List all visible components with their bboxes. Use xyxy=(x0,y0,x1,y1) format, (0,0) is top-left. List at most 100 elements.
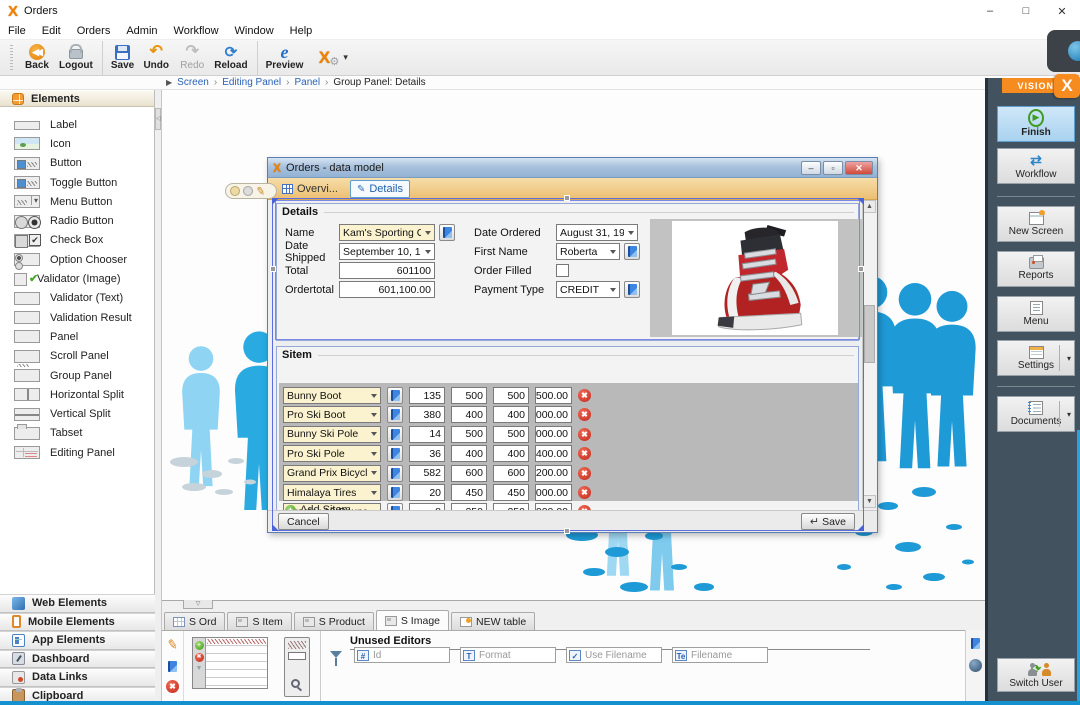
sitem-unit-input[interactable]: 400 xyxy=(451,445,487,462)
delete-row-button[interactable]: ✖ xyxy=(578,486,591,499)
sitem-total-input[interactable]: 67,500.00 xyxy=(535,387,572,404)
palette-header-elements[interactable]: Elements xyxy=(0,90,154,107)
dropdown-caret-icon[interactable]: ▾ xyxy=(1067,410,1071,419)
delete-row-button[interactable]: ✖ xyxy=(578,467,591,480)
combo-arrow-icon[interactable] xyxy=(624,225,637,240)
dialog-titlebar[interactable]: X Orders - data model – ▫ ✕ xyxy=(268,158,877,178)
sitem-lookup-button[interactable] xyxy=(387,503,403,510)
sitem-lookup-button[interactable] xyxy=(387,445,403,462)
floating-corner-widget[interactable] xyxy=(1047,30,1080,72)
globe-icon[interactable] xyxy=(969,659,982,672)
combo-arrow-icon[interactable] xyxy=(367,466,380,481)
sitem-total-input[interactable]: 349,200.00 xyxy=(535,465,572,482)
menu-item[interactable]: File xyxy=(0,25,34,37)
vision-button[interactable]: Menu ▾ xyxy=(997,296,1075,332)
unused-editor-chip[interactable]: Te Filename xyxy=(672,647,768,663)
sidebar-splitter[interactable]: ◁ xyxy=(155,90,162,705)
save-button[interactable]: ↵ Save xyxy=(801,513,855,530)
toolbar-button-app-menu[interactable]: ▾ xyxy=(307,41,352,75)
sitem-lookup-button[interactable] xyxy=(387,484,403,501)
toolbar-button[interactable]: Reload xyxy=(210,41,251,75)
menu-item[interactable]: Window xyxy=(227,25,282,37)
sitem-price-input[interactable]: 500 xyxy=(493,387,529,404)
sitem-qty-input[interactable]: 135 xyxy=(409,387,445,404)
palette-item[interactable]: Validation Result xyxy=(0,308,154,327)
palette-item[interactable]: Validator (Image) xyxy=(0,269,154,288)
sitem-total-input[interactable]: 2,000.00 xyxy=(535,503,572,510)
bottom-tab[interactable]: S Image xyxy=(376,610,449,630)
palette-accordion-bar[interactable]: Dashboard xyxy=(0,650,155,669)
table-editor-thumbnail[interactable]: + ✖ ▼ xyxy=(192,637,268,689)
combo-arrow-icon[interactable] xyxy=(421,225,434,240)
palette-item[interactable]: Tabset xyxy=(0,424,154,443)
selection-mid-handle[interactable] xyxy=(270,266,276,272)
sitem-total-input[interactable]: 7,000.00 xyxy=(535,426,572,443)
sitem-price-input[interactable]: 500 xyxy=(493,426,529,443)
palette-item[interactable]: Panel xyxy=(0,327,154,346)
sitem-product-combobox[interactable]: Bunny Ski Pole xyxy=(283,426,381,443)
sitem-price-input[interactable]: 600 xyxy=(493,465,529,482)
dialog-close-button[interactable]: ✕ xyxy=(845,161,873,175)
palette-item[interactable]: Label xyxy=(0,115,154,134)
toolbar-button[interactable]: Preview xyxy=(257,41,308,75)
close-button[interactable]: ✕ xyxy=(1044,0,1080,22)
combo-arrow-icon[interactable] xyxy=(367,407,380,422)
menu-item[interactable]: Workflow xyxy=(166,25,227,37)
ordertotal-input[interactable]: 601,100.00 xyxy=(339,281,435,298)
dropdown-caret-icon[interactable]: ▾ xyxy=(343,52,348,63)
selection-corner-handle[interactable] xyxy=(857,524,864,531)
sitem-price-input[interactable]: 400 xyxy=(493,406,529,423)
breadcrumb-item[interactable]: Panel xyxy=(281,77,320,88)
toolbar-button[interactable]: Logout xyxy=(55,41,97,75)
toolbar-button[interactable]: Redo xyxy=(174,41,210,75)
tab-overview[interactable]: Overvi... xyxy=(276,181,344,197)
bottom-tab[interactable]: NEW table xyxy=(451,612,535,630)
sitem-qty-input[interactable]: 8 xyxy=(409,503,445,510)
sitem-lookup-button[interactable] xyxy=(387,465,403,482)
selection-mid-handle[interactable] xyxy=(564,195,570,201)
sitem-qty-input[interactable]: 380 xyxy=(409,406,445,423)
sitem-unit-input[interactable]: 250 xyxy=(451,503,487,510)
sitem-unit-input[interactable]: 500 xyxy=(451,426,487,443)
breadcrumb-item[interactable]: Group Panel: Details xyxy=(320,77,426,88)
mini-toolbar-dot-icon[interactable] xyxy=(230,186,240,196)
payment-type-lookup-button[interactable] xyxy=(624,281,640,298)
palette-item[interactable]: Editing Panel xyxy=(0,443,154,462)
delete-icon[interactable]: ✖ xyxy=(166,680,179,693)
vision-button[interactable]: Documents ▾ xyxy=(997,396,1075,432)
scroll-down-icon[interactable]: ▼ xyxy=(863,495,876,508)
combo-arrow-icon[interactable] xyxy=(367,388,380,403)
mini-toolbar-pencil-icon[interactable]: ✎ xyxy=(255,184,266,198)
sitem-unit-input[interactable]: 500 xyxy=(451,387,487,404)
dialog-maximize-button[interactable]: ▫ xyxy=(823,161,843,175)
selection-corner-handle[interactable] xyxy=(857,198,864,205)
breadcrumb-item[interactable]: Screen xyxy=(177,77,209,88)
sitem-product-combobox[interactable]: Grand Prix Bicycle xyxy=(283,465,381,482)
vision-button[interactable]: Finish ▾ xyxy=(997,106,1075,142)
menu-item[interactable]: Edit xyxy=(34,25,69,37)
add-row-icon[interactable]: + xyxy=(195,641,204,650)
first-name-combobox[interactable]: Roberta xyxy=(556,243,620,260)
details-group-panel[interactable]: Details Name Kam's Sporting Good Date Or… xyxy=(276,203,859,341)
scroll-up-icon[interactable]: ▲ xyxy=(863,200,876,213)
combo-arrow-icon[interactable] xyxy=(606,244,619,259)
dropdown-caret-icon[interactable]: ▾ xyxy=(1067,354,1071,363)
panel-collapse-button[interactable]: ▽ xyxy=(183,600,213,609)
name-lookup-button[interactable] xyxy=(439,224,455,241)
minimize-button[interactable]: – xyxy=(972,0,1008,22)
palette-item[interactable]: Button xyxy=(0,154,154,173)
palette-item[interactable]: Icon xyxy=(0,134,154,153)
delete-row-button[interactable]: ✖ xyxy=(578,447,591,460)
delete-row-button[interactable]: ✖ xyxy=(578,408,591,421)
combo-arrow-icon[interactable] xyxy=(367,485,380,500)
sitem-lookup-button[interactable] xyxy=(387,406,403,423)
book-icon[interactable] xyxy=(971,638,980,649)
order-filled-checkbox[interactable] xyxy=(556,264,569,277)
payment-type-combobox[interactable]: CREDIT xyxy=(556,281,620,298)
sitem-qty-input[interactable]: 14 xyxy=(409,426,445,443)
bottom-tab[interactable]: S Product xyxy=(294,612,374,630)
combo-arrow-icon[interactable] xyxy=(606,282,619,297)
sitem-total-input[interactable]: 152,000.00 xyxy=(535,406,572,423)
combo-arrow-icon[interactable] xyxy=(421,244,434,259)
vision-x-logo[interactable]: X xyxy=(1054,74,1080,98)
